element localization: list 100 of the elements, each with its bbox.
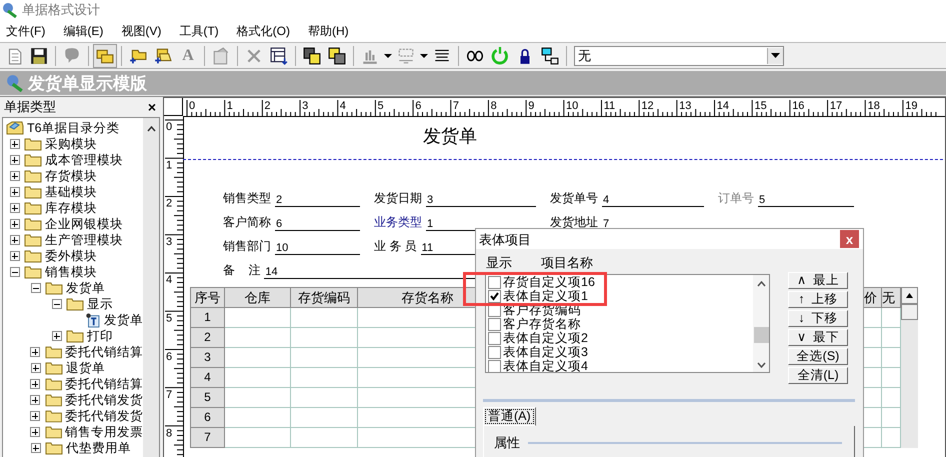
send-back-icon[interactable] bbox=[326, 44, 348, 66]
checkbox[interactable] bbox=[488, 276, 501, 288]
tree-item[interactable]: 采购模块 bbox=[45, 136, 97, 152]
scrollbar[interactable] bbox=[753, 275, 769, 372]
field-value[interactable]: 5 bbox=[758, 194, 854, 206]
action-button[interactable]: ∧ 最上 bbox=[788, 272, 848, 289]
tree-item[interactable]: 发货单 bbox=[66, 280, 105, 296]
expand-toggle[interactable] bbox=[30, 379, 40, 389]
column-header[interactable]: 仓库 bbox=[225, 288, 291, 308]
checkbox[interactable] bbox=[488, 290, 501, 302]
expand-toggle[interactable] bbox=[52, 331, 62, 341]
list-item[interactable]: 表体自定义项1 bbox=[503, 288, 588, 304]
expand-toggle[interactable] bbox=[30, 427, 40, 437]
menu-item[interactable]: 格式化(O) bbox=[236, 22, 290, 40]
list-item[interactable]: 表体自定义项3 bbox=[503, 344, 588, 360]
field-label: 业 务 员 bbox=[374, 238, 417, 254]
tree-item[interactable]: 代垫费用单 bbox=[66, 440, 131, 456]
checkbox[interactable] bbox=[488, 318, 501, 330]
tree-item[interactable]: 基础模块 bbox=[45, 184, 97, 200]
list-item[interactable]: 表体自定义项4 bbox=[503, 358, 588, 372]
checkbox[interactable] bbox=[488, 360, 501, 372]
scroll-thumb[interactable] bbox=[901, 304, 918, 320]
scrollbar[interactable] bbox=[143, 118, 159, 457]
field-value[interactable]: 3 bbox=[426, 194, 536, 206]
close-button[interactable]: x bbox=[840, 230, 859, 248]
tree-item[interactable]: 销售专用发票 bbox=[65, 424, 143, 440]
folder-icon bbox=[24, 137, 42, 151]
scrollbar[interactable] bbox=[901, 287, 918, 448]
scroll-up-icon[interactable] bbox=[901, 287, 918, 304]
tree-item[interactable]: 发货单 bbox=[104, 312, 143, 328]
tree-item[interactable]: 存货模块 bbox=[45, 168, 97, 184]
scroll-thumb[interactable] bbox=[754, 326, 768, 342]
column-header[interactable]: 存货编码 bbox=[291, 288, 358, 308]
expand-toggle[interactable] bbox=[10, 251, 20, 261]
tree-item[interactable]: 企业网银模块 bbox=[45, 216, 123, 232]
expand-toggle[interactable] bbox=[10, 187, 20, 197]
tab[interactable]: 普通(A) bbox=[483, 407, 536, 426]
tree-item[interactable]: 委托代销发货 bbox=[65, 408, 143, 424]
table-cell bbox=[225, 428, 291, 448]
tree-item[interactable]: 生产管理模块 bbox=[45, 232, 123, 248]
expand-toggle[interactable] bbox=[30, 363, 40, 373]
expand-toggle[interactable] bbox=[10, 219, 20, 229]
scroll-up-icon[interactable] bbox=[146, 126, 156, 132]
style-dropdown[interactable]: 无 bbox=[574, 46, 784, 66]
expand-toggle[interactable] bbox=[30, 395, 40, 405]
folders-icon[interactable] bbox=[94, 44, 116, 66]
tree-item[interactable]: 打印 bbox=[87, 328, 113, 344]
checkbox[interactable] bbox=[488, 346, 501, 358]
tree-item[interactable]: T6单据目录分类 bbox=[27, 120, 120, 136]
checkbox[interactable] bbox=[488, 332, 501, 344]
menu-item[interactable]: 编辑(E) bbox=[63, 22, 104, 40]
field-value[interactable]: 4 bbox=[602, 194, 704, 206]
expand-toggle[interactable] bbox=[52, 299, 62, 309]
table-cell bbox=[225, 408, 291, 428]
expand-toggle[interactable] bbox=[30, 443, 40, 453]
field-value[interactable]: 10 bbox=[275, 242, 360, 254]
expand-toggle[interactable] bbox=[10, 235, 20, 245]
action-button[interactable]: ↓ 下移 bbox=[788, 310, 848, 327]
bring-front-icon[interactable] bbox=[301, 44, 323, 66]
scroll-up-icon[interactable] bbox=[756, 281, 766, 287]
menu-item[interactable]: 文件(F) bbox=[6, 22, 46, 40]
tree-item[interactable]: 销售模块 bbox=[45, 264, 97, 280]
folder-icon bbox=[24, 153, 42, 167]
tree-item[interactable]: 委托代销发货 bbox=[65, 392, 143, 408]
tree-item[interactable]: 委托代销结算 bbox=[65, 376, 143, 392]
tree-item[interactable]: 退货单 bbox=[66, 360, 105, 376]
expand-toggle[interactable] bbox=[10, 203, 20, 213]
network-icon[interactable] bbox=[539, 44, 561, 66]
expand-toggle[interactable] bbox=[30, 411, 40, 421]
field-value[interactable]: 2 bbox=[275, 194, 360, 206]
expand-toggle[interactable] bbox=[10, 267, 20, 277]
scroll-down-icon[interactable] bbox=[756, 362, 766, 368]
menu-item[interactable]: 工具(T) bbox=[179, 22, 219, 40]
expand-toggle[interactable] bbox=[30, 347, 40, 357]
expand-toggle[interactable] bbox=[30, 283, 40, 293]
tree-item[interactable]: 库存模块 bbox=[45, 200, 97, 216]
action-button[interactable]: ∨ 最下 bbox=[788, 329, 848, 346]
list-item[interactable]: 客户存货名称 bbox=[503, 316, 581, 332]
list-item[interactable]: 表体自定义项2 bbox=[503, 330, 588, 346]
action-button[interactable]: 全清(L) bbox=[788, 367, 848, 384]
field-value[interactable]: 6 bbox=[275, 218, 360, 230]
folder-icon bbox=[66, 329, 84, 343]
action-button[interactable]: 全选(S) bbox=[788, 348, 848, 365]
action-button[interactable]: ↑ 上移 bbox=[788, 291, 848, 308]
field-label: 订单号 bbox=[718, 190, 754, 206]
menu-item[interactable]: 视图(V) bbox=[121, 22, 162, 40]
list-item[interactable]: 存货自定义项16 bbox=[503, 275, 595, 290]
tree-item[interactable]: 显示 bbox=[87, 296, 113, 312]
expand-toggle[interactable] bbox=[10, 139, 20, 149]
expand-toggle[interactable] bbox=[10, 171, 20, 181]
close-button[interactable]: × bbox=[148, 99, 156, 115]
table-insert-icon[interactable] bbox=[268, 44, 290, 66]
folder-icon bbox=[24, 185, 42, 199]
tree-item[interactable]: 成本管理模块 bbox=[45, 152, 123, 168]
panel-title: 单据类型 bbox=[4, 98, 56, 116]
tree-item[interactable]: 委托代销结算 bbox=[65, 344, 143, 360]
horizontal-ruler: 0 1 2 3 4 5 6 7 8 9 10 11 12 13 14 15 16 17 18 19 bbox=[183, 98, 945, 117]
tree-item[interactable]: 委外模块 bbox=[45, 248, 97, 264]
expand-toggle[interactable] bbox=[10, 155, 20, 165]
menu-item[interactable]: 帮助(H) bbox=[308, 22, 349, 40]
